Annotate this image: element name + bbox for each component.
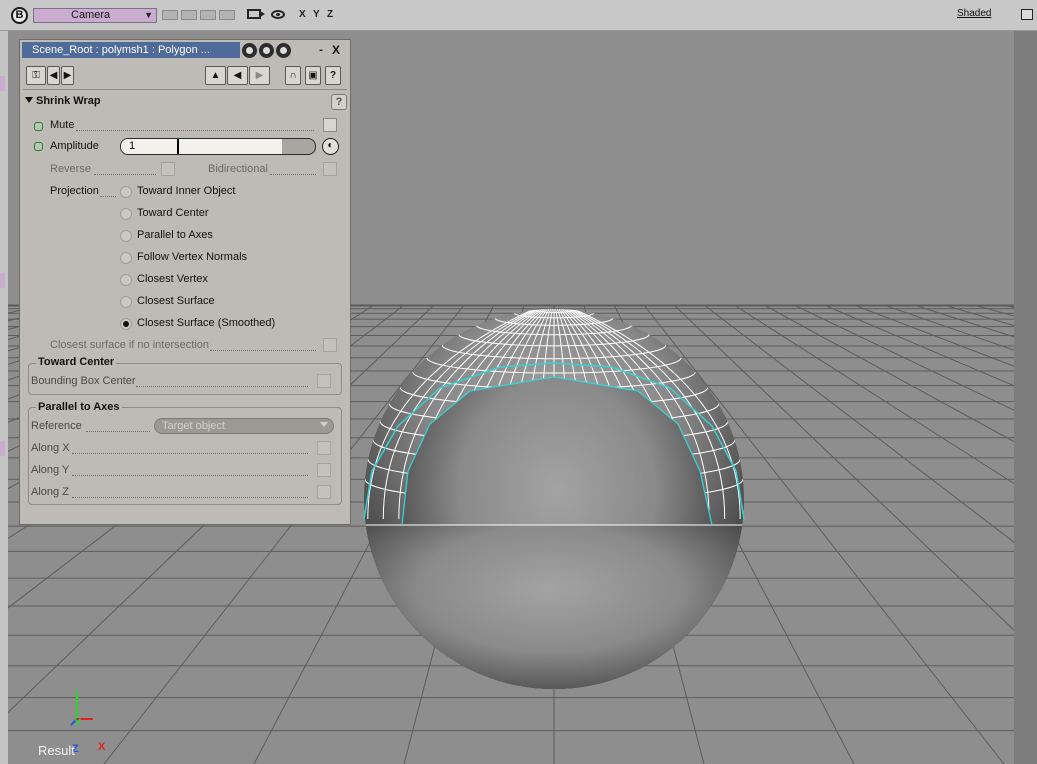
projection-option-label: Closest Surface (Smoothed) xyxy=(137,317,276,329)
closest-if-no-intersection-label: Closest surface if no intersection xyxy=(50,339,209,351)
reverse-label: Reverse xyxy=(50,163,91,175)
along-y-checkbox[interactable] xyxy=(317,463,331,477)
parallel-to-axes-title: Parallel to Axes xyxy=(36,401,122,413)
projection-radio-1[interactable] xyxy=(120,186,132,198)
help-icon[interactable]: ? xyxy=(325,66,341,85)
viewport-slot-4[interactable] xyxy=(219,10,235,20)
mute-label: Mute xyxy=(50,119,75,131)
arrow-left-icon[interactable]: ◀ xyxy=(47,66,60,85)
left-marker xyxy=(0,273,5,288)
amplitude-value[interactable]: 1 xyxy=(129,140,135,152)
up-icon[interactable]: ▲ xyxy=(205,66,226,85)
collapse-triangle-icon xyxy=(25,97,33,103)
panel-title[interactable]: Scene_Root : polymsh1 : Polygon ... xyxy=(22,42,240,58)
reference-dropdown-value: Target object xyxy=(162,420,225,432)
left-marker xyxy=(0,441,5,456)
bidirectional-checkbox[interactable] xyxy=(323,162,337,176)
forward-icon[interactable]: ▶ xyxy=(249,66,270,85)
dotted-leader xyxy=(94,173,156,175)
magnet-icon[interactable]: ∩ xyxy=(285,66,301,85)
bounding-box-checkbox[interactable] xyxy=(317,374,331,388)
eye-icon[interactable] xyxy=(271,10,285,19)
key-icon[interactable]: ⚿ xyxy=(26,66,46,85)
result-label: Result xyxy=(38,743,75,758)
viewport-letter-button[interactable]: B xyxy=(11,7,28,24)
close-button[interactable]: X xyxy=(325,42,347,58)
globe-icon[interactable] xyxy=(259,43,274,58)
along-x-label: Along X xyxy=(31,442,70,454)
person-icon[interactable] xyxy=(276,43,291,58)
along-z-label: Along Z xyxy=(31,486,69,498)
projection-option-label: Follow Vertex Normals xyxy=(137,251,248,263)
connect-icon[interactable]: ◐ xyxy=(322,138,339,155)
dotted-leader xyxy=(100,195,116,197)
axis-z-toggle[interactable]: Z xyxy=(327,9,333,20)
dotted-leader xyxy=(72,496,308,498)
amplitude-slider-handle[interactable] xyxy=(177,139,179,154)
projection-radio-6[interactable] xyxy=(120,296,132,308)
left-edge-strip xyxy=(0,31,8,764)
bounding-box-label: Bounding Box Center xyxy=(31,375,136,387)
amplitude-slider-fill xyxy=(121,139,283,154)
camera-menu[interactable]: Camera ▼ xyxy=(33,8,157,23)
axis-x-label: X xyxy=(98,741,106,753)
dotted-leader xyxy=(72,474,308,476)
projection-radio-4[interactable] xyxy=(120,252,132,264)
projection-radio-5[interactable] xyxy=(120,274,132,286)
display-mode-menu[interactable]: Shaded xyxy=(957,8,991,19)
projection-option-label: Closest Surface xyxy=(137,295,215,307)
along-x-checkbox[interactable] xyxy=(317,441,331,455)
axis-x-toggle[interactable]: X xyxy=(299,9,306,20)
toward-center-title: Toward Center xyxy=(36,356,117,368)
dotted-leader xyxy=(270,173,316,175)
camera-icon[interactable] xyxy=(247,9,265,19)
projection-option-label: Toward Inner Object xyxy=(137,185,236,197)
left-marker xyxy=(0,76,5,91)
reverse-checkbox[interactable] xyxy=(161,162,175,176)
property-editor-panel: Scene_Root : polymsh1 : Polygon ... - X … xyxy=(19,39,351,525)
axis-y-label: Y xyxy=(74,717,82,729)
lock-icon[interactable]: ▣ xyxy=(305,66,321,85)
camera-menu-label: Camera xyxy=(71,9,111,21)
view-icon[interactable] xyxy=(242,43,257,58)
divider xyxy=(23,89,347,90)
dotted-leader xyxy=(136,385,308,387)
animation-dot-icon[interactable] xyxy=(34,142,43,151)
right-edge-strip xyxy=(1014,31,1037,764)
projection-option-label: Toward Center xyxy=(137,207,209,219)
projection-label: Projection xyxy=(50,185,99,197)
mute-checkbox[interactable] xyxy=(323,118,337,132)
animation-dot-icon[interactable] xyxy=(34,122,43,131)
chevron-down-icon xyxy=(320,422,328,427)
projection-option-label: Closest Vertex xyxy=(137,273,208,285)
viewport-slot-2[interactable] xyxy=(181,10,197,20)
axis-y-toggle[interactable]: Y xyxy=(313,9,320,20)
amplitude-label: Amplitude xyxy=(50,140,99,152)
section-help-icon[interactable]: ? xyxy=(331,94,347,110)
viewport-toolbar: B Camera ▼ X Y Z Shaded xyxy=(0,0,1037,31)
along-y-label: Along Y xyxy=(31,464,70,476)
dotted-leader xyxy=(72,452,308,454)
closest-if-no-intersection-checkbox[interactable] xyxy=(323,338,337,352)
projection-radio-7[interactable] xyxy=(120,318,132,330)
reference-dropdown[interactable]: Target object xyxy=(154,418,334,434)
dotted-leader xyxy=(86,430,150,432)
projection-radio-2[interactable] xyxy=(120,208,132,220)
amplitude-slider[interactable]: 1 xyxy=(120,138,316,155)
projection-option-label: Parallel to Axes xyxy=(137,229,213,241)
bidirectional-label: Bidirectional xyxy=(208,163,268,175)
maximize-icon[interactable] xyxy=(1021,9,1033,20)
dotted-leader xyxy=(76,129,314,131)
arrow-right-icon[interactable]: ▶ xyxy=(61,66,74,85)
viewport-slot-1[interactable] xyxy=(162,10,178,20)
viewport-slot-3[interactable] xyxy=(200,10,216,20)
back-icon[interactable]: ◀ xyxy=(227,66,248,85)
section-title: Shrink Wrap xyxy=(36,95,101,107)
projection-radio-3[interactable] xyxy=(120,230,132,242)
chevron-down-icon: ▼ xyxy=(144,10,153,20)
along-z-checkbox[interactable] xyxy=(317,485,331,499)
section-shrink-wrap[interactable]: Shrink Wrap xyxy=(25,95,101,107)
reference-label: Reference xyxy=(31,420,82,432)
dotted-leader xyxy=(210,349,316,351)
